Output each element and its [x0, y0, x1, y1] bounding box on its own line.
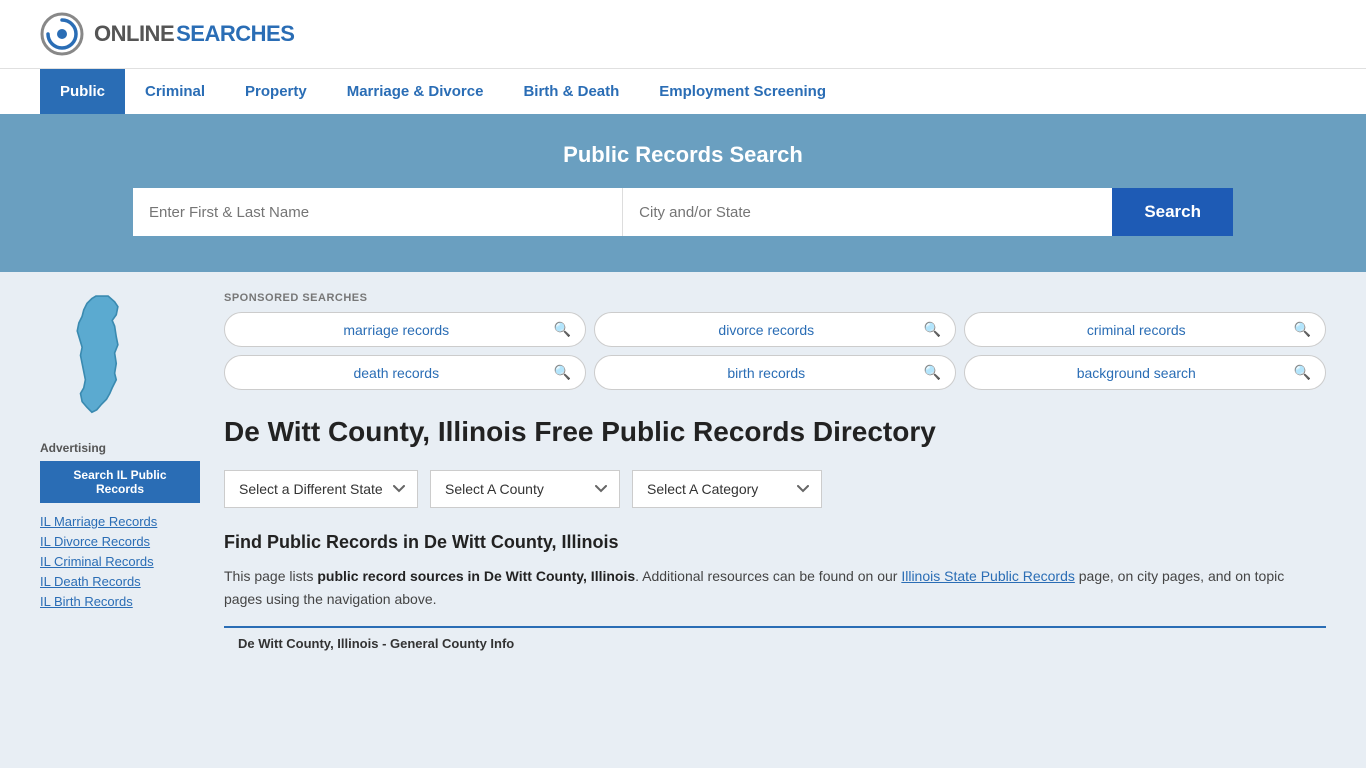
search-icon-background: 🔍: [1294, 364, 1311, 381]
sponsored-item-criminal-text: criminal records: [979, 322, 1294, 338]
find-link[interactable]: Illinois State Public Records: [901, 568, 1075, 584]
sidebar-links: IL Marriage Records IL Divorce Records I…: [40, 513, 200, 609]
main-wrapper: Advertising Search IL Public Records IL …: [0, 272, 1366, 679]
logo[interactable]: ONLINE SEARCHES: [40, 12, 294, 56]
sponsored-item-background-text: background search: [979, 365, 1294, 381]
illinois-state-shape: [40, 292, 160, 422]
nav-item-marriage-divorce[interactable]: Marriage & Divorce: [327, 69, 504, 114]
main-nav: Public Criminal Property Marriage & Divo…: [0, 68, 1366, 114]
find-section-text: This page lists public record sources in…: [224, 565, 1326, 610]
sponsored-grid: marriage records 🔍 divorce records 🔍 cri…: [224, 312, 1326, 390]
logo-text: ONLINE SEARCHES: [94, 21, 294, 47]
sponsored-item-birth[interactable]: birth records 🔍: [594, 355, 956, 390]
sponsored-item-marriage[interactable]: marriage records 🔍: [224, 312, 586, 347]
sidebar: Advertising Search IL Public Records IL …: [40, 292, 200, 659]
find-text-1: This page lists: [224, 568, 317, 584]
logo-online: ONLINE: [94, 21, 174, 47]
sponsored-item-birth-text: birth records: [609, 365, 924, 381]
page-title: De Witt County, Illinois Free Public Rec…: [224, 414, 1326, 450]
search-button[interactable]: Search: [1112, 188, 1233, 236]
nav-item-public[interactable]: Public: [40, 69, 125, 114]
county-dropdown[interactable]: Select A County: [430, 470, 620, 508]
category-dropdown[interactable]: Select A Category: [632, 470, 822, 508]
find-text-2: . Additional resources can be found on o…: [635, 568, 901, 584]
sponsored-item-death-text: death records: [239, 365, 554, 381]
location-input[interactable]: [623, 188, 1112, 236]
sponsored-item-criminal[interactable]: criminal records 🔍: [964, 312, 1326, 347]
search-icon-death: 🔍: [554, 364, 571, 381]
search-icon-marriage: 🔍: [554, 321, 571, 338]
nav-item-birth-death[interactable]: Birth & Death: [503, 69, 639, 114]
dropdowns-row: Select a Different State Select A County…: [224, 470, 1326, 508]
find-section-title: Find Public Records in De Witt County, I…: [224, 532, 1326, 553]
site-header: ONLINE SEARCHES: [0, 0, 1366, 68]
logo-icon: [40, 12, 84, 56]
hero-title: Public Records Search: [40, 142, 1326, 168]
sidebar-link-criminal[interactable]: IL Criminal Records: [40, 554, 154, 569]
sidebar-link-death[interactable]: IL Death Records: [40, 574, 141, 589]
state-dropdown[interactable]: Select a Different State: [224, 470, 418, 508]
sponsored-item-divorce-text: divorce records: [609, 322, 924, 338]
sidebar-ad-button[interactable]: Search IL Public Records: [40, 461, 200, 503]
sidebar-link-divorce[interactable]: IL Divorce Records: [40, 534, 150, 549]
nav-item-property[interactable]: Property: [225, 69, 327, 114]
hero-section: Public Records Search Search: [0, 114, 1366, 272]
sponsored-item-death[interactable]: death records 🔍: [224, 355, 586, 390]
sponsored-item-background[interactable]: background search 🔍: [964, 355, 1326, 390]
find-bold: public record sources in De Witt County,…: [317, 568, 635, 584]
logo-searches: SEARCHES: [176, 21, 294, 47]
sponsored-item-marriage-text: marriage records: [239, 322, 554, 338]
main-content: SPONSORED SEARCHES marriage records 🔍 di…: [224, 292, 1326, 659]
illinois-map: [40, 292, 200, 425]
nav-item-employment[interactable]: Employment Screening: [639, 69, 846, 114]
nav-item-criminal[interactable]: Criminal: [125, 69, 225, 114]
sidebar-link-marriage[interactable]: IL Marriage Records: [40, 514, 157, 529]
search-bar: Search: [133, 188, 1233, 236]
sponsored-item-divorce[interactable]: divorce records 🔍: [594, 312, 956, 347]
name-input[interactable]: [133, 188, 623, 236]
county-info-bar: De Witt County, Illinois - General Count…: [224, 626, 1326, 659]
search-icon-birth: 🔍: [924, 364, 941, 381]
search-icon-divorce: 🔍: [924, 321, 941, 338]
sidebar-link-birth[interactable]: IL Birth Records: [40, 594, 133, 609]
search-icon-criminal: 🔍: [1294, 321, 1311, 338]
advertising-label: Advertising: [40, 441, 200, 455]
sponsored-label: SPONSORED SEARCHES: [224, 292, 1326, 304]
